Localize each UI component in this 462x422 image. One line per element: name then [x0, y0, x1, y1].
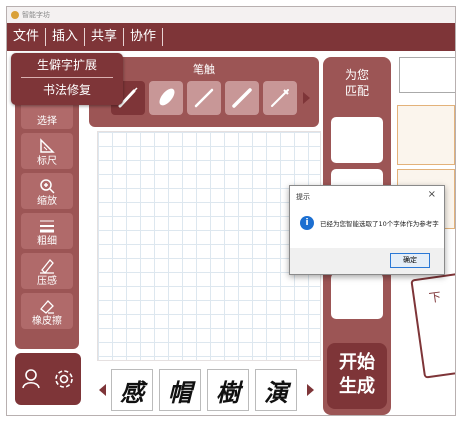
- match-slot-4[interactable]: [331, 273, 383, 319]
- writing-canvas[interactable]: [97, 131, 321, 361]
- title-bar: 智能字坊: [7, 7, 455, 23]
- dialog-body: i 已经为您智能选取了10个字体作为参考字: [290, 206, 444, 230]
- reference-char-2[interactable]: 帽: [159, 369, 201, 411]
- tool-ruler[interactable]: 标尺: [21, 133, 73, 169]
- menu-item-calligraphy-repair[interactable]: 书法修复: [11, 78, 123, 102]
- info-dialog: 提示 × i 已经为您智能选取了10个字体作为参考字 确定: [289, 185, 445, 275]
- pressure-icon: [40, 259, 54, 274]
- menu-share[interactable]: 共享: [85, 28, 125, 46]
- match-label-line2: 匹配: [344, 84, 369, 98]
- tool-pressure[interactable]: 压感: [21, 253, 73, 289]
- menu-item-rare-char-extension[interactable]: 生僻字扩展: [11, 53, 123, 77]
- brush-panel-title: 笔触: [193, 63, 215, 76]
- menu-insert[interactable]: 插入: [46, 28, 86, 46]
- brush-next-arrow-icon[interactable]: [303, 92, 310, 104]
- thumb-prev-arrow-icon[interactable]: [99, 384, 106, 396]
- gear-icon[interactable]: [53, 368, 75, 390]
- match-label-line1: 为您: [344, 68, 369, 82]
- window-title: 智能字坊: [22, 11, 50, 19]
- paper-char: 下: [428, 289, 442, 306]
- match-slot-1[interactable]: [331, 117, 383, 163]
- app-window: 智能字坊 文件 插入 共享 协作 生僻字扩展 书法修复 选择 标尺 缩放 粗细 …: [6, 6, 456, 416]
- brush-option-3[interactable]: [187, 81, 221, 115]
- ruler-icon: [40, 138, 55, 153]
- eraser-icon: [40, 300, 54, 314]
- generate-line2: 生成: [339, 376, 375, 397]
- thumb-next-arrow-icon[interactable]: [307, 384, 314, 396]
- brush-3-icon: [194, 88, 214, 108]
- reference-char-4[interactable]: 演: [255, 369, 297, 411]
- dialog-title: 提示: [296, 193, 310, 201]
- dialog-ok-button[interactable]: 确定: [390, 253, 430, 268]
- tool-zoom[interactable]: 缩放: [21, 173, 73, 209]
- brush-option-4[interactable]: [225, 81, 259, 115]
- menu-collaborate[interactable]: 协作: [124, 28, 164, 46]
- dialog-message: 已经为您智能选取了10个字体作为参考字: [320, 220, 439, 228]
- menu-bar: 文件 插入 共享 协作: [7, 23, 455, 51]
- dialog-title-bar: 提示 ×: [290, 186, 444, 206]
- tool-eraser[interactable]: 橡皮擦: [21, 293, 73, 329]
- app-icon: [11, 11, 19, 19]
- brush-panel: 笔触: [89, 57, 319, 127]
- brush-5-icon: [271, 89, 289, 107]
- tool-select-label: 选择: [37, 116, 57, 127]
- menu-file[interactable]: 文件: [7, 28, 47, 46]
- dialog-close-icon[interactable]: ×: [428, 189, 436, 200]
- reference-char-3[interactable]: 樹: [207, 369, 249, 411]
- brush-option-2[interactable]: [149, 81, 183, 115]
- user-icon[interactable]: [21, 368, 41, 390]
- reference-char-1[interactable]: 感: [111, 369, 153, 411]
- user-settings-bar: [15, 353, 81, 405]
- tian-grid-cell-1: [397, 105, 455, 165]
- reference-char-strip: 感 帽 樹 演: [97, 367, 321, 413]
- brush-4-icon: [232, 88, 252, 108]
- generate-line1: 开始: [339, 352, 375, 373]
- zoom-icon: [40, 179, 55, 194]
- dialog-footer: 确定: [290, 248, 444, 274]
- match-button[interactable]: 为您 匹配: [329, 63, 385, 103]
- thickness-icon: [40, 220, 54, 233]
- info-icon: i: [300, 216, 314, 230]
- tool-thickness[interactable]: 粗细: [21, 213, 73, 249]
- tool-panel: 选择 标尺 缩放 粗细 压感 橡皮擦: [15, 89, 79, 349]
- brush-2-icon: [159, 88, 175, 106]
- file-dropdown-menu: 生僻字扩展 书法修复: [11, 53, 123, 105]
- brush-option-5[interactable]: [263, 81, 297, 115]
- start-generate-button[interactable]: 开始 生成: [327, 343, 387, 409]
- preview-input-box[interactable]: [399, 57, 455, 93]
